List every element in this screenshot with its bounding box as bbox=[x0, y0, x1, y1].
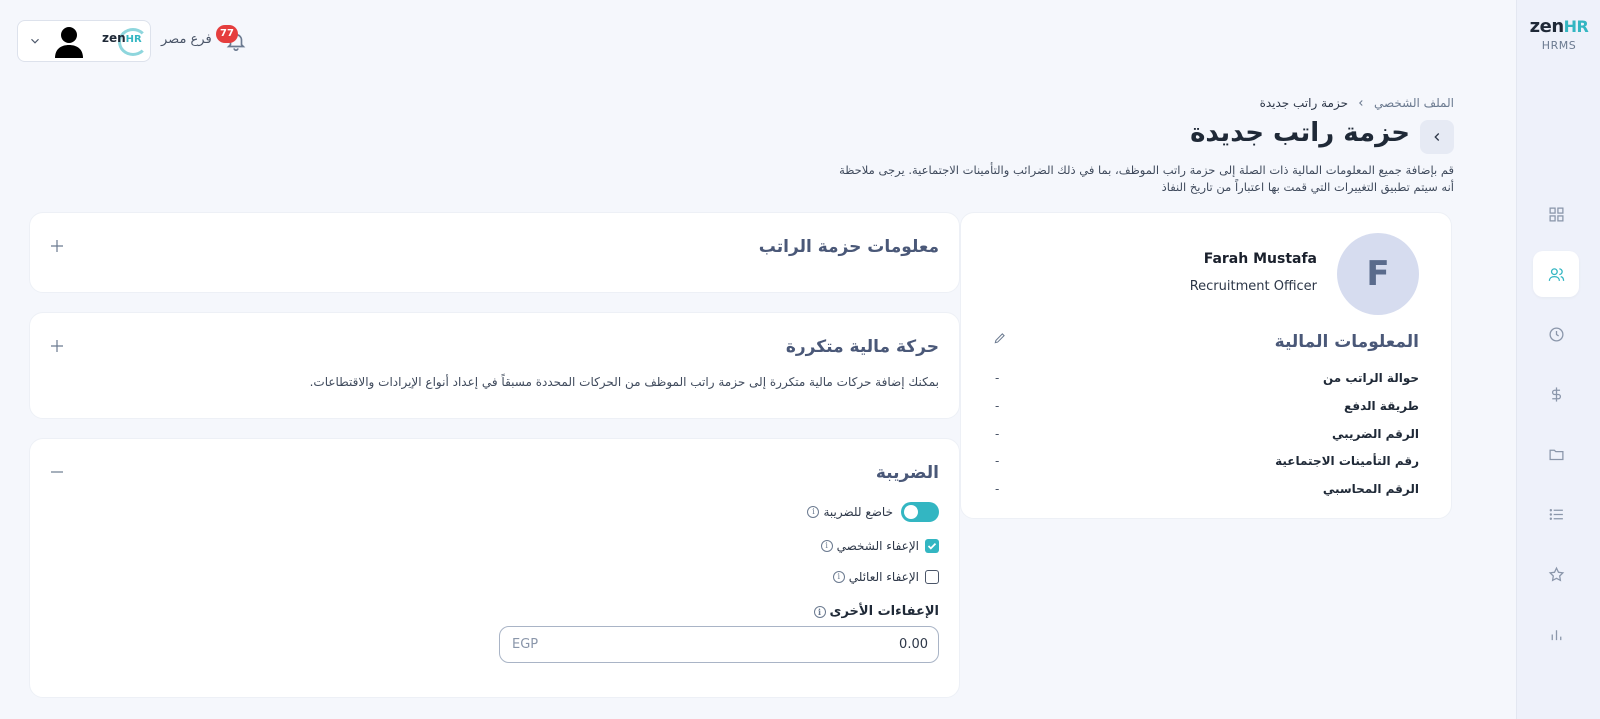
back-button[interactable] bbox=[1420, 120, 1454, 154]
financial-row: رقم التأمينات الاجتماعية - bbox=[995, 454, 1419, 468]
breadcrumb-current: حزمة راتب جديدة bbox=[1259, 96, 1348, 110]
sidebar-item-employees[interactable] bbox=[1533, 251, 1579, 297]
folder-icon bbox=[1548, 449, 1564, 460]
financial-row: طريقة الدفع - bbox=[995, 399, 1419, 413]
family-exemption-checkbox[interactable] bbox=[925, 570, 939, 584]
other-exemptions-value: 0.00 bbox=[899, 637, 928, 652]
brand-logo[interactable]: zenHR HRMS bbox=[1517, 16, 1600, 52]
edit-pencil-icon[interactable] bbox=[993, 331, 1007, 345]
tax-title: الضريبة bbox=[875, 463, 939, 483]
sidebar-item-performance[interactable] bbox=[1533, 551, 1579, 597]
sidebar-item-attendance[interactable] bbox=[1533, 311, 1579, 357]
recurring-transaction-section[interactable]: حركة مالية متكررة بمكنك إضافة حركات مالي… bbox=[29, 312, 960, 419]
employee-name: Farah Mustafa bbox=[1203, 251, 1317, 267]
salary-info-title: معلومات حزمة الراتب bbox=[758, 237, 939, 257]
breadcrumb-root[interactable]: الملف الشخصي bbox=[1374, 96, 1454, 110]
financial-row: حوالة الراتب من - bbox=[995, 371, 1419, 385]
sidebar-item-dashboard[interactable] bbox=[1533, 191, 1579, 237]
taxable-toggle[interactable] bbox=[901, 502, 939, 522]
recurring-description: بمكنك إضافة حركات مالية متكررة إلى حزمة … bbox=[309, 375, 939, 389]
users-icon bbox=[1548, 267, 1564, 281]
other-exemptions-input[interactable]: EGP 0.00 bbox=[499, 626, 939, 663]
info-icon[interactable]: i bbox=[813, 605, 826, 618]
personal-exemption-checkbox[interactable] bbox=[925, 539, 939, 553]
plus-icon[interactable] bbox=[48, 237, 66, 255]
sidebar-item-reports[interactable] bbox=[1533, 611, 1579, 657]
info-icon[interactable]: i bbox=[820, 540, 833, 552]
clock-icon bbox=[1548, 326, 1564, 342]
chevron-down-icon bbox=[31, 38, 39, 44]
check-icon bbox=[927, 543, 937, 550]
list-icon bbox=[1549, 508, 1563, 520]
sidebar-item-documents[interactable] bbox=[1533, 431, 1579, 477]
bar-chart-icon bbox=[1551, 629, 1561, 640]
financial-info-title: المعلومات المالية bbox=[1274, 332, 1419, 352]
notification-badge: 77 bbox=[216, 25, 238, 43]
page-title: حزمة راتب جديدة bbox=[1190, 118, 1410, 148]
salary-info-section[interactable]: معلومات حزمة الراتب bbox=[29, 212, 960, 293]
plus-icon[interactable] bbox=[48, 337, 66, 355]
minus-icon[interactable] bbox=[48, 463, 66, 481]
branch-name[interactable]: فرع مصر bbox=[161, 32, 212, 47]
currency-label: EGP bbox=[512, 637, 539, 652]
employee-card: F Farah Mustafa Recruitment Officer المع… bbox=[960, 212, 1452, 519]
sidebar-item-requests[interactable] bbox=[1533, 491, 1579, 537]
sidebar: zenHR HRMS bbox=[1516, 0, 1600, 719]
sidebar-item-payroll[interactable] bbox=[1533, 371, 1579, 417]
breadcrumb: الملف الشخصي حزمة راتب جديدة bbox=[1260, 96, 1454, 110]
brand-subtitle: HRMS bbox=[1541, 39, 1577, 52]
info-icon[interactable]: i bbox=[832, 571, 845, 583]
personal-exemption-label: الإعفاء الشخصي i bbox=[820, 539, 919, 553]
tax-section: الضريبة خاضع للضريبة i الإعفاء الشخصي i … bbox=[29, 438, 960, 698]
family-exemption-label: الإعفاء العائلي i bbox=[832, 570, 919, 584]
recurring-title: حركة مالية متكررة bbox=[785, 337, 939, 357]
dashboard-grid-icon bbox=[1548, 206, 1564, 222]
employee-role: Recruitment Officer bbox=[1189, 279, 1317, 294]
dollar-icon bbox=[1551, 386, 1561, 402]
page-description: قم بإضافة جميع المعلومات المالية ذات الص… bbox=[839, 163, 1454, 194]
employee-avatar: F bbox=[1337, 233, 1419, 315]
star-icon bbox=[1548, 566, 1564, 582]
company-logo: zenHR bbox=[102, 31, 142, 45]
other-exemptions-label: الإعفاءات الأخرى i bbox=[813, 604, 939, 619]
chevron-left-icon bbox=[1359, 100, 1363, 106]
financial-row: الرقم المحاسبي - bbox=[995, 482, 1419, 496]
account-switcher[interactable]: zenHR bbox=[17, 20, 151, 62]
financial-row: الرقم الضريبي - bbox=[995, 427, 1419, 441]
chevron-left-icon bbox=[1434, 133, 1440, 141]
user-avatar bbox=[55, 27, 83, 58]
info-icon[interactable]: i bbox=[807, 506, 820, 518]
taxable-label: خاضع للضريبة i bbox=[807, 505, 893, 519]
